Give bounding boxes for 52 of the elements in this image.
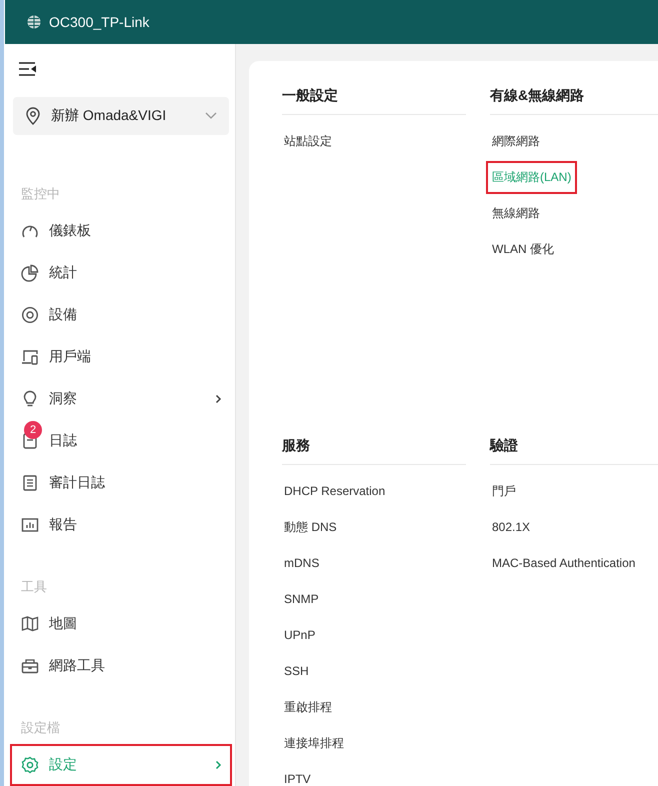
- group-heading: 一般設定: [282, 83, 466, 115]
- devices-icon: [21, 348, 39, 366]
- toolbox-icon: [21, 656, 39, 675]
- controller-title: OC300_TP-Link: [49, 14, 150, 30]
- collapse-menu-icon[interactable]: [19, 60, 39, 78]
- pie-chart-icon: [21, 264, 39, 282]
- settings-link[interactable]: IPTV: [278, 764, 317, 786]
- settings-link[interactable]: DHCP Reservation: [278, 476, 392, 506]
- chevron-right-icon: [215, 394, 222, 404]
- settings-link[interactable]: MAC-Based Authentication: [486, 548, 642, 578]
- settings-link[interactable]: 連接埠排程: [278, 726, 350, 760]
- globe-icon: [27, 15, 41, 29]
- section-title: 工具: [21, 578, 47, 596]
- settings-link[interactable]: 站點設定: [278, 124, 338, 158]
- nav-item[interactable]: 洞察: [10, 378, 232, 420]
- nav-item[interactable]: 審計日誌: [10, 462, 232, 504]
- settings-link[interactable]: SSH: [278, 656, 315, 686]
- notification-badge: 2: [24, 420, 42, 439]
- settings-link[interactable]: 802.1X: [486, 512, 536, 542]
- site-selector[interactable]: 新辦 Omada&VIGI: [13, 97, 229, 136]
- settings-link[interactable]: mDNS: [278, 548, 326, 578]
- group-heading: 有線&無線網路: [490, 83, 658, 115]
- group-heading: 驗證: [490, 433, 658, 465]
- lightbulb-icon: [21, 390, 39, 408]
- nav-item[interactable]: 儀錶板: [10, 210, 232, 252]
- settings-link[interactable]: SNMP: [278, 584, 325, 614]
- list-document-icon: [21, 474, 39, 492]
- nav-item[interactable]: 2 日誌: [10, 420, 232, 462]
- nav-item[interactable]: 用戶端: [10, 336, 232, 378]
- nav-item[interactable]: 地圖: [10, 602, 232, 645]
- settings-link[interactable]: 無線網路: [486, 196, 546, 230]
- settings-link[interactable]: WLAN 優化: [486, 232, 560, 266]
- chevron-right-icon: [215, 760, 222, 770]
- settings-link[interactable]: 重啟排程: [278, 690, 338, 724]
- settings-link[interactable]: 門戶: [486, 474, 522, 508]
- group-heading: 服務: [282, 433, 466, 465]
- section-title: 設定檔: [21, 718, 60, 737]
- bar-chart-icon: [21, 516, 39, 534]
- target-icon: [21, 306, 39, 324]
- location-pin-icon: [25, 107, 41, 126]
- chevron-down-icon: [205, 112, 217, 120]
- nav-item[interactable]: 統計: [10, 252, 232, 294]
- map-icon: [21, 614, 39, 633]
- settings-icon: [21, 756, 39, 774]
- settings-link[interactable]: 網際網路: [486, 124, 546, 158]
- section-title: 監控中: [21, 185, 60, 204]
- settings-link[interactable]: UPnP: [278, 620, 322, 650]
- nav-item[interactable]: 網路工具: [10, 644, 232, 687]
- nav-item[interactable]: 報告: [10, 504, 232, 546]
- document-icon: [21, 432, 39, 450]
- settings-link[interactable]: 動態 DNS: [278, 510, 343, 544]
- nav-item[interactable]: 設備: [10, 294, 232, 336]
